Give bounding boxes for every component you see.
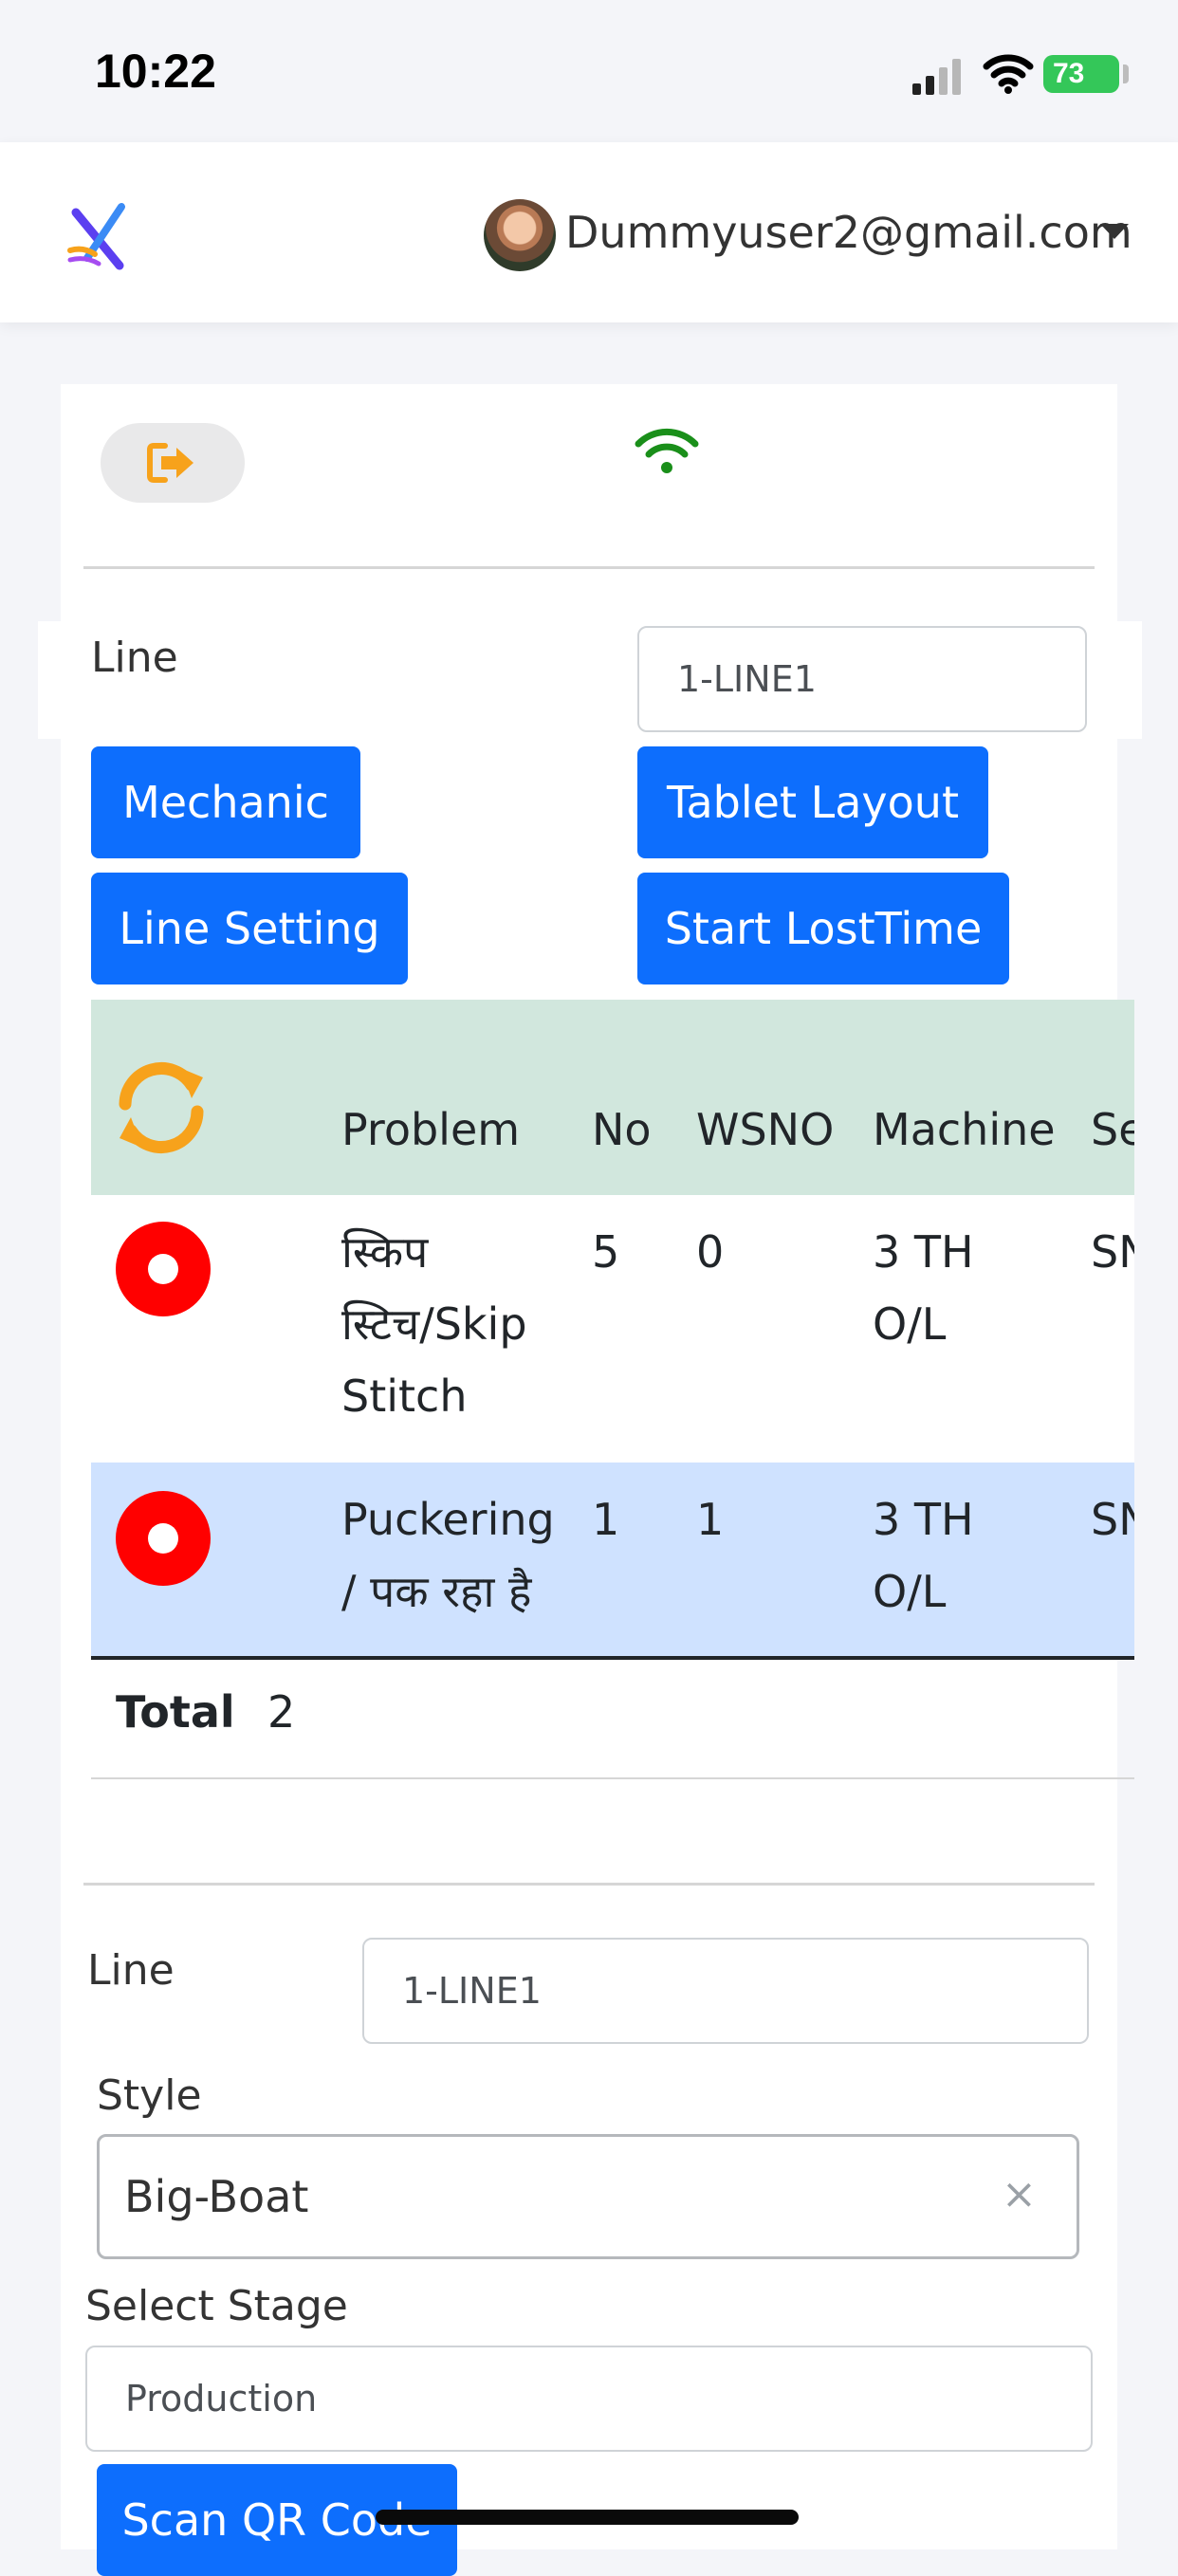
wifi-status-icon <box>983 54 1034 94</box>
refresh-icon[interactable] <box>112 1058 211 1157</box>
header-machine: Machine <box>873 1104 1056 1155</box>
battery-cap <box>1123 64 1129 83</box>
battery-indicator: 73 <box>1043 55 1119 93</box>
no-cell: 5 <box>592 1226 620 1278</box>
chevron-down-icon[interactable] <box>1100 224 1129 239</box>
problem-cell: स्किप स्टिच/Skip Stitch <box>341 1216 527 1432</box>
app-logo-icon[interactable] <box>66 199 138 271</box>
home-indicator <box>376 2510 799 2525</box>
header-extra: Se <box>1091 1104 1134 1155</box>
cellular-signal-icon <box>912 59 961 95</box>
divider <box>91 1777 1134 1779</box>
form-line-field[interactable]: 1-LINE1 <box>362 1938 1089 2044</box>
problem-text-line: / पक रहा है <box>341 1566 532 1617</box>
table-row[interactable]: स्किप स्टिच/Skip Stitch 5 0 3 TH O/L SN <box>91 1195 1134 1464</box>
logout-button[interactable] <box>101 423 245 503</box>
line-setting-button[interactable]: Line Setting <box>91 873 408 984</box>
start-losttime-button[interactable]: Start LostTime <box>637 873 1009 984</box>
machine-text-line: O/L <box>873 1566 947 1617</box>
stage-label: Select Stage <box>85 2282 348 2330</box>
clear-icon[interactable]: × <box>1002 2170 1037 2218</box>
machine-cell: 3 TH O/L <box>873 1483 974 1628</box>
line-label: Line <box>91 634 178 682</box>
avatar[interactable] <box>484 199 556 271</box>
problem-text-line: स्टिच/Skip <box>341 1298 527 1350</box>
alert-dot-icon[interactable] <box>116 1222 211 1316</box>
style-label: Style <box>97 2071 202 2120</box>
machine-cell: 3 TH O/L <box>873 1216 974 1360</box>
header-wsno: WSNO <box>696 1104 835 1155</box>
header-problem: Problem <box>341 1104 521 1155</box>
extra-cell: SN <box>1091 1226 1134 1278</box>
problem-text-line: स्किप <box>341 1226 429 1278</box>
mechanic-button[interactable]: Mechanic <box>91 746 360 858</box>
machine-text-line: 3 TH <box>873 1226 974 1278</box>
style-value: Big-Boat <box>124 2171 309 2222</box>
form-line-label: Line <box>87 1946 175 1995</box>
machine-text-line: 3 TH <box>873 1494 974 1545</box>
problem-cell: Puckering / पक रहा है <box>341 1483 555 1628</box>
line-select[interactable]: 1-LINE1 <box>637 626 1087 732</box>
total-value: 2 <box>267 1686 296 1738</box>
status-time: 10:22 <box>95 45 216 98</box>
alert-dot-icon[interactable] <box>116 1491 211 1586</box>
style-select[interactable]: Big-Boat <box>97 2134 1079 2259</box>
no-cell: 1 <box>592 1494 620 1545</box>
wifi-connected-icon <box>635 428 699 473</box>
total-label: Total <box>116 1686 235 1738</box>
problems-table: Problem No WSNO Machine Se स्किप स्टिच/S… <box>91 1000 1134 1777</box>
wsno-cell: 0 <box>696 1226 725 1278</box>
table-header: Problem No WSNO Machine Se <box>91 1000 1134 1198</box>
wsno-cell: 1 <box>696 1494 725 1545</box>
divider <box>83 1883 1095 1886</box>
extra-cell: SN <box>1091 1494 1134 1545</box>
tablet-layout-button[interactable]: Tablet Layout <box>637 746 988 858</box>
problem-text-line: Stitch <box>341 1371 468 1422</box>
table-row[interactable]: Puckering / पक रहा है 1 1 3 TH O/L SN <box>91 1463 1134 1660</box>
divider <box>83 566 1095 569</box>
user-email-dropdown[interactable]: Dummyuser2@gmail.com <box>565 199 1132 266</box>
logout-icon <box>147 443 193 483</box>
header-no: No <box>592 1104 652 1155</box>
machine-text-line: O/L <box>873 1298 947 1350</box>
stage-select[interactable]: Production <box>85 2346 1093 2452</box>
problem-text-line: Puckering <box>341 1494 555 1545</box>
